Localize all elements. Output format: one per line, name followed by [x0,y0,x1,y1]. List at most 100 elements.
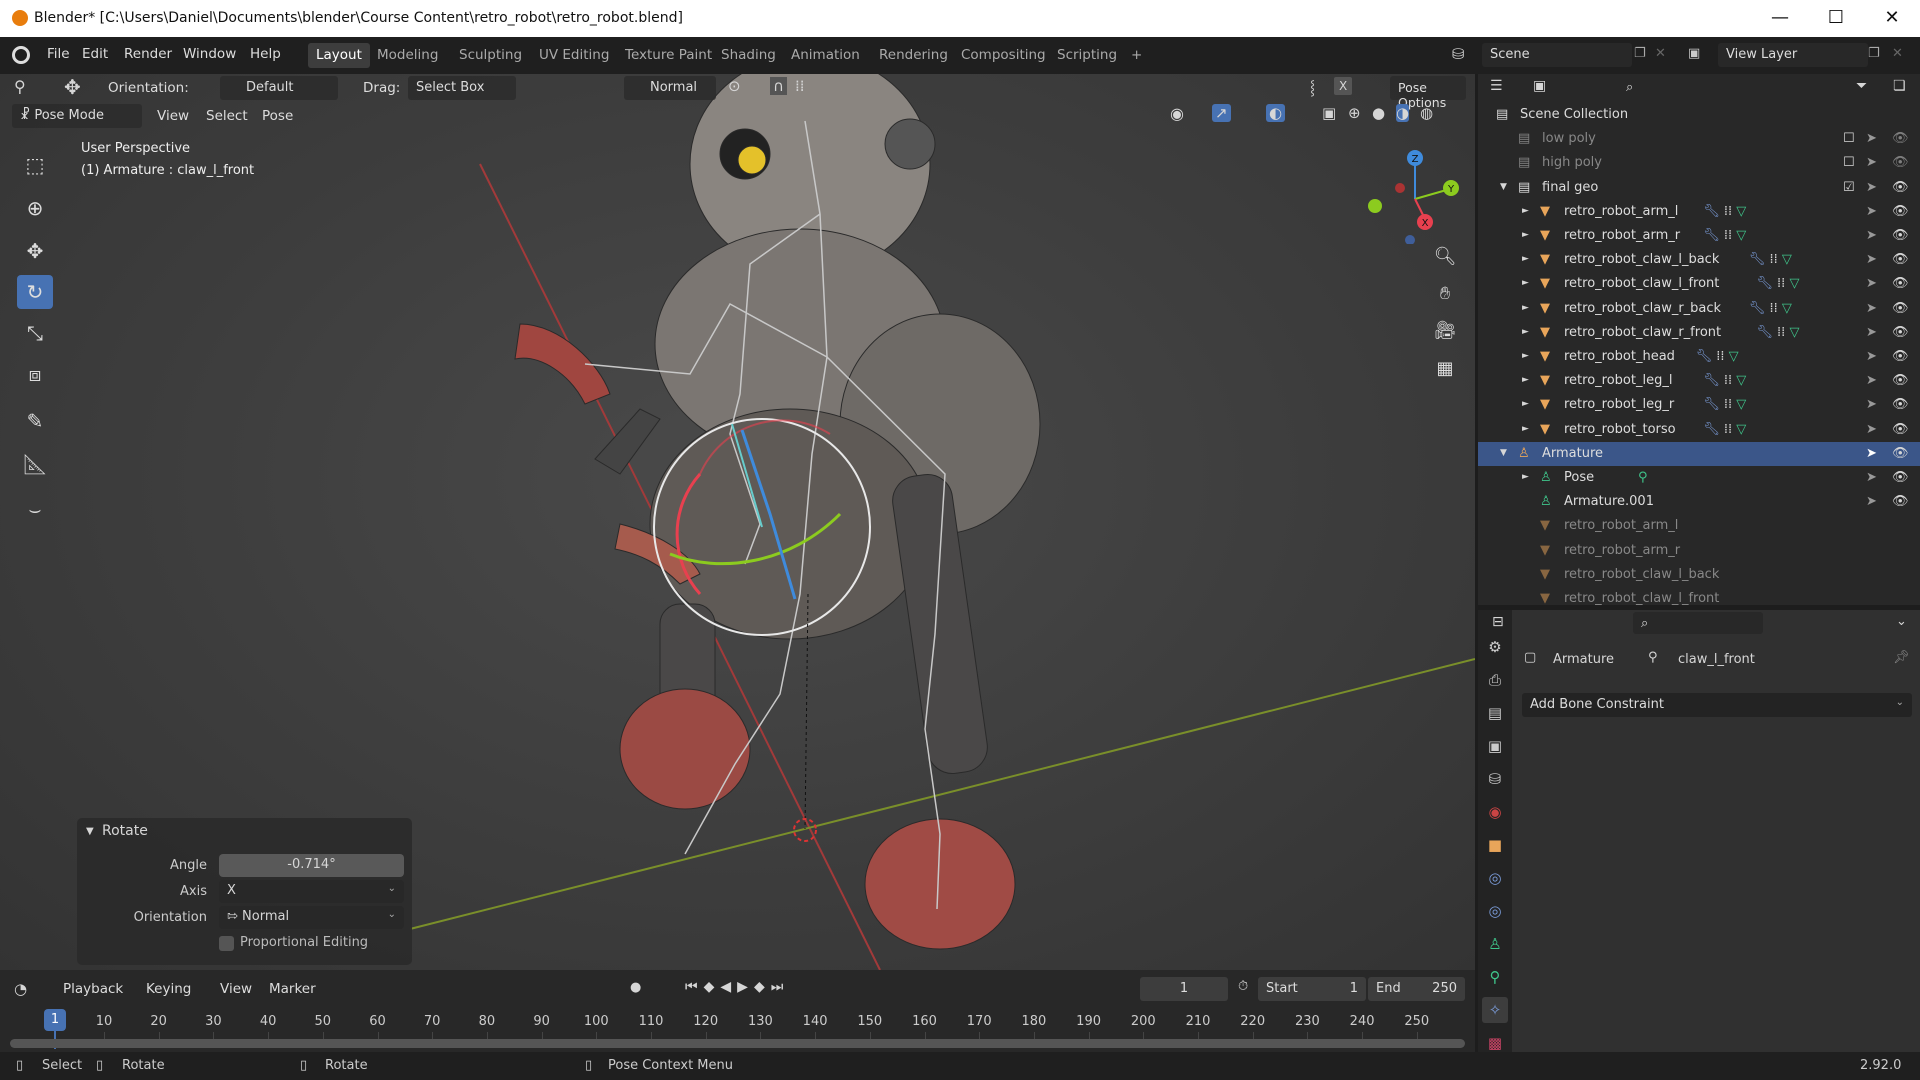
playhead[interactable]: 1 [44,1009,66,1031]
tool-icon[interactable]: ⚙ [1482,634,1508,660]
annotate-tool-icon[interactable]: ✎ [17,404,53,438]
blender-menu-icon[interactable] [12,46,30,64]
select-menu[interactable]: Select [206,108,248,124]
outliner-row[interactable]: ► ▼ retro_robot_torso 🔧︎ ⁞⁞ ▽ ➤ 👁︎ [1478,418,1920,442]
outliner-row[interactable]: ▼ ♙ Armature ➤ 👁︎ [1478,441,1920,466]
end-frame-field[interactable]: End 250 [1368,977,1465,1001]
zoom-icon[interactable]: 🔍︎ [1430,242,1460,272]
bone-roll-tool-icon[interactable]: ⌣ [17,492,53,526]
selectable-toggle-icon[interactable]: ➤ [1866,131,1877,146]
tab-compositing[interactable]: Compositing [953,43,1054,68]
drag-dropdown[interactable]: Select Box [408,76,516,100]
tab-layout[interactable]: Layout [308,43,370,68]
visibility-eye-icon[interactable]: 👁︎ [1892,252,1909,267]
outliner-row[interactable]: ► ▼ retro_robot_arm_l 🔧︎ ⁞⁞ ▽ ➤ 👁︎ [1478,200,1920,224]
maximize-button[interactable]: ☐ [1816,4,1856,32]
visibility-eye-icon[interactable]: 👁︎ [1892,422,1909,437]
selectable-toggle-icon[interactable]: ➤ [1866,397,1877,412]
record-icon[interactable]: ● [630,980,641,995]
expand-arrow-icon[interactable]: ► [1522,230,1529,240]
options-chevron-icon[interactable]: ⌄ [1896,614,1907,629]
delete-scene-icon[interactable]: ✕ [1655,46,1666,61]
context-object[interactable]: Armature [1553,652,1614,667]
editor-type-icon[interactable]: ☰ [1490,78,1503,94]
visibility-eye-icon[interactable]: 👁︎ [1892,180,1909,195]
physics-icon[interactable]: ◎ [1482,898,1508,924]
selectable-toggle-icon[interactable]: ➤ [1866,470,1877,485]
outliner-row[interactable]: ▼ retro_robot_arm_l [1478,514,1920,538]
tab-sculpting[interactable]: Sculpting [451,43,530,68]
preview-range-icon[interactable]: ⏱ [1238,979,1248,994]
current-frame-field[interactable]: 1 [1140,977,1228,1001]
outliner-row[interactable]: ► ▼ retro_robot_head 🔧︎ ⁞⁞ ▽ ➤ 👁︎ [1478,345,1920,369]
selectable-toggle-icon[interactable]: ➤ [1866,494,1877,509]
armature-data-icon[interactable]: ♙ [1482,931,1508,957]
proportional-editing-checkbox[interactable] [219,936,234,951]
outliner-row[interactable]: ▼ retro_robot_arm_r [1478,539,1920,563]
select-box-tool-icon[interactable]: ⬚ [17,148,53,182]
bone-constraint-icon[interactable]: ✧ [1482,997,1508,1023]
scene-icon[interactable]: ⛁ [1482,766,1508,792]
world-icon[interactable]: ◉ [1482,799,1508,825]
visibility-eye-icon[interactable]: 👁︎ [1892,446,1909,461]
orientation-dropdown[interactable]: Default [220,76,338,100]
add-bone-constraint-dropdown[interactable]: Add Bone Constraint ⌄ [1522,693,1912,717]
output-icon[interactable]: ▤ [1482,700,1508,726]
keying-menu[interactable]: Keying [146,981,191,997]
tab-shading[interactable]: Shading [713,43,784,68]
object-icon[interactable]: ■ [1482,832,1508,858]
expand-arrow-icon[interactable]: ► [1522,351,1529,361]
view-layer-icon[interactable]: ▣ [1688,46,1700,61]
visibility-eye-icon[interactable]: 👁︎ [1892,470,1909,485]
gizmo-toggle-icon[interactable]: ↗ [1212,104,1231,122]
menu-edit[interactable]: Edit [82,46,108,62]
expand-arrow-icon[interactable]: ▼ [1500,182,1507,192]
axis-dropdown[interactable]: X ⌄ [219,880,404,903]
outliner-row[interactable]: ► ▼ retro_robot_arm_r 🔧︎ ⁞⁞ ▽ ➤ 👁︎ [1478,224,1920,248]
visibility-eye-icon[interactable]: 👁︎ [1892,397,1909,412]
exclude-checkbox[interactable]: ☐ [1843,155,1855,170]
minimize-button[interactable]: — [1760,4,1800,32]
outliner-row[interactable]: ▤ low poly ☐ ➤ 👁︎ [1478,127,1920,151]
playback-menu[interactable]: Playback [63,981,123,997]
pose-menu[interactable]: Pose [262,108,293,124]
scale-tool-icon[interactable]: ⤡ [17,316,53,350]
perspective-grid-icon[interactable]: ▦ [1430,354,1460,384]
measure-tool-icon[interactable]: 📐︎ [17,447,53,481]
collapse-triangle-icon[interactable]: ▼ [86,826,94,837]
playback-controls[interactable]: ⏮◆◀▶◆⏭ [685,979,789,995]
view-layer-field[interactable]: View Layer [1718,43,1868,67]
new-scene-icon[interactable]: ❐ [1634,46,1646,61]
rotate-tool-icon[interactable]: ↻ [17,275,53,309]
timeline-scrollbar[interactable] [10,1039,1465,1048]
marker-menu[interactable]: Marker [269,981,316,997]
pose-options-dropdown[interactable]: Pose Options [1390,76,1466,110]
angle-field[interactable]: -0.714° [219,854,404,877]
navigation-gizmo[interactable]: Z Y X [1365,144,1465,244]
material-shading-icon[interactable]: ◑ [1396,104,1410,122]
add-workspace-button[interactable]: + [1123,43,1150,68]
menu-help[interactable]: Help [250,46,281,62]
tab-texture-paint[interactable]: Texture Paint [617,43,720,68]
menu-render[interactable]: Render [124,46,172,62]
view-layer-icon[interactable]: ▣ [1482,733,1508,759]
visibility-eye-icon[interactable]: 👁︎ [1892,301,1909,316]
context-bone[interactable]: claw_l_front [1678,652,1755,667]
selectable-toggle-icon[interactable]: ➤ [1866,155,1877,170]
selectable-toggle-icon[interactable]: ➤ [1866,252,1877,267]
x-mirror-icon[interactable]: ⸾ [1310,78,1315,97]
view-menu[interactable]: View [220,981,252,997]
snap-target-icon[interactable]: ⁞⁞ [795,77,805,95]
visibility-eye-icon[interactable]: 👁︎ [1892,204,1909,219]
pan-hand-icon[interactable]: ✋︎ [1430,279,1460,309]
outliner-row[interactable]: ▼ retro_robot_claw_l_back [1478,563,1920,587]
outliner-row[interactable]: ► ▼ retro_robot_leg_l 🔧︎ ⁞⁞ ▽ ➤ 👁︎ [1478,369,1920,393]
menu-file[interactable]: File [47,46,70,62]
expand-arrow-icon[interactable]: ► [1522,424,1529,434]
expand-arrow-icon[interactable]: ► [1522,399,1529,409]
visibility-eye-icon[interactable]: 👁︎ [1892,155,1909,170]
outliner-row[interactable]: ► ▼ retro_robot_claw_l_back 🔧︎ ⁞⁞ ▽ ➤ 👁︎ [1478,248,1920,272]
x-mirror-toggle[interactable]: X [1334,77,1353,95]
outliner-row[interactable]: ▼ ▤ final geo ☑ ➤ 👁︎ [1478,176,1920,200]
cursor-tool-icon[interactable]: ⊕ [17,191,53,225]
